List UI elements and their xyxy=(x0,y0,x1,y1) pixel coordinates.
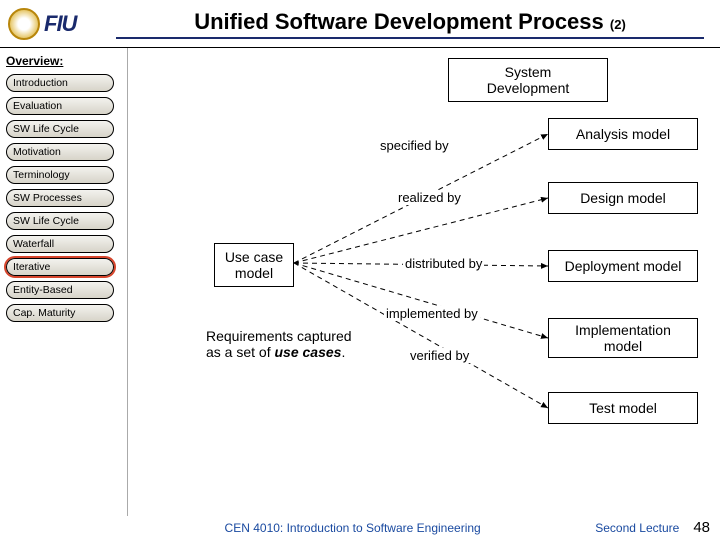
sidebar-item-introduction[interactable]: Introduction xyxy=(6,74,114,92)
logo: FIU xyxy=(8,4,108,44)
edge-label-implemented-by: implemented by xyxy=(384,306,480,321)
box-design-model: Design model xyxy=(548,182,698,214)
use-case-caption: Requirements captured as a set of use ca… xyxy=(206,328,366,360)
sidebar-item-sw-life-cycle[interactable]: SW Life Cycle xyxy=(6,120,114,138)
box-analysis-model: Analysis model xyxy=(548,118,698,150)
sidebar-item-sw-processes[interactable]: SW Processes xyxy=(6,189,114,207)
logo-text: FIU xyxy=(44,11,76,37)
box-implementation-model-label: Implementation model xyxy=(555,322,691,354)
box-analysis-model-label: Analysis model xyxy=(576,126,670,142)
sidebar-item-evaluation[interactable]: Evaluation xyxy=(6,97,114,115)
box-implementation-model: Implementation model xyxy=(548,318,698,358)
box-deployment-model: Deployment model xyxy=(548,250,698,282)
page-title: Unified Software Development Process (2) xyxy=(116,9,704,39)
logo-seal-icon xyxy=(8,8,40,40)
header: FIU Unified Software Development Process… xyxy=(0,0,720,48)
box-system-development-label: System Development xyxy=(487,64,570,96)
edge-label-specified-by: specified by xyxy=(378,138,451,153)
footer-course: CEN 4010: Introduction to Software Engin… xyxy=(110,521,595,535)
box-design-model-label: Design model xyxy=(580,190,666,206)
box-use-case-model: Use case model xyxy=(214,243,294,287)
box-test-model-label: Test model xyxy=(589,400,657,416)
sidebar-item-sw-life-cycle[interactable]: SW Life Cycle xyxy=(6,212,114,230)
sidebar-item-waterfall[interactable]: Waterfall xyxy=(6,235,114,253)
edge-label-verified-by: verified by xyxy=(408,348,471,363)
footer-lecture: Second Lecture xyxy=(595,521,679,535)
sidebar: Overview: Introduction Evaluation SW Life … xyxy=(0,48,128,516)
box-use-case-model-label: Use case model xyxy=(221,249,287,281)
box-system-development: System Development xyxy=(448,58,608,102)
footer: CEN 4010: Introduction to Software Engin… xyxy=(0,519,720,536)
sidebar-item-entity-based[interactable]: Entity-Based xyxy=(6,281,114,299)
title-main: Unified Software Development Process xyxy=(194,9,604,34)
diagram-area: System Development Use case model Analys… xyxy=(128,48,720,516)
box-test-model: Test model xyxy=(548,392,698,424)
box-deployment-model-label: Deployment model xyxy=(565,258,682,274)
sidebar-item-terminology[interactable]: Terminology xyxy=(6,166,114,184)
title-suffix: (2) xyxy=(610,17,626,32)
sidebar-heading: Overview: xyxy=(6,54,121,68)
sidebar-item-cap-maturity[interactable]: Cap. Maturity xyxy=(6,304,114,322)
footer-page-number: 48 xyxy=(693,519,710,536)
sidebar-item-iterative[interactable]: Iterative xyxy=(6,258,114,276)
sidebar-item-motivation[interactable]: Motivation xyxy=(6,143,114,161)
edge-label-distributed-by: distributed by xyxy=(403,256,484,271)
edge-label-realized-by: realized by xyxy=(396,190,463,205)
